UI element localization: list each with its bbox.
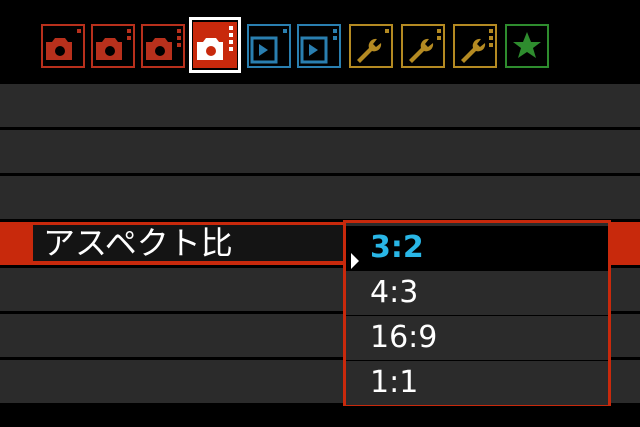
menu-row-3 [0,176,640,219]
aspect-ratio-dropdown: 3:2 4:3 16:9 1:1 [343,220,611,406]
option-label: 3:2 [370,230,424,265]
shooting-tab-2-icon[interactable] [91,24,135,68]
aspect-ratio-label: アスペクト比 [33,225,343,261]
my-menu-star-icon[interactable] [505,24,549,68]
shooting-tab-4-icon[interactable] [189,17,241,73]
shooting-tab-1-icon[interactable] [41,24,85,68]
option-1-1[interactable]: 1:1 [346,361,608,405]
option-label: 4:3 [370,275,419,310]
menu-row-2 [0,130,640,173]
option-3-2[interactable]: 3:2 [346,226,608,270]
option-16-9[interactable]: 16:9 [346,316,608,360]
playback-tab-1-icon[interactable] [247,24,291,68]
setup-tab-3-icon[interactable] [453,24,497,68]
shooting-tab-3-icon[interactable] [141,24,185,68]
setup-tab-2-icon[interactable] [401,24,445,68]
menu-row-1 [0,84,640,127]
option-label: 16:9 [370,320,438,355]
option-label: 1:1 [370,365,419,400]
setup-tab-1-icon[interactable] [349,24,393,68]
menu-tab-bar [0,0,640,82]
option-4-3[interactable]: 4:3 [346,271,608,315]
playback-tab-2-icon[interactable] [297,24,341,68]
